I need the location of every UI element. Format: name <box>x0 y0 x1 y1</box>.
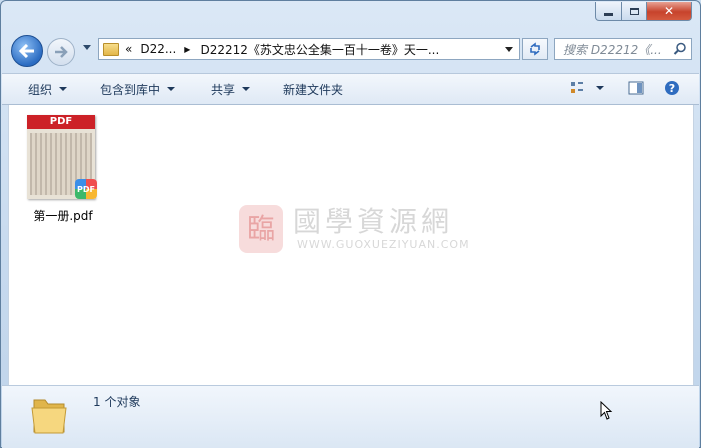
organize-label: 组织 <box>28 82 53 97</box>
breadcrumb-segment[interactable]: D22212《苏文忠公全集一百十一卷》天一... <box>200 41 439 58</box>
chevron-down-icon <box>59 87 68 91</box>
mouse-cursor-icon <box>600 401 613 420</box>
new-folder-button[interactable]: 新建文件夹 <box>283 74 343 104</box>
address-bar[interactable]: « D22... ▶ D22212《苏文忠公全集一百十一卷》天一... <box>98 38 520 60</box>
organize-menu[interactable]: 组织 <box>28 74 68 104</box>
command-bar: 组织 包含到库中 共享 新建文件夹 ? <box>2 73 699 105</box>
file-list[interactable]: PDF PDF 第一册.pdf 臨 國學資源網 WWW.GUOXUEZIYUAN… <box>8 105 694 385</box>
item-count: 1 个对象 <box>93 395 141 409</box>
close-button[interactable]: ✕ <box>647 2 692 21</box>
file-name[interactable]: 第一册.pdf <box>21 207 105 224</box>
search-input[interactable]: 搜索 D22212《... <box>554 38 692 60</box>
minimize-button[interactable] <box>595 2 622 21</box>
arrow-left-icon <box>19 44 34 58</box>
watermark-url: WWW.GUOXUEZIYUAN.COM <box>297 238 470 251</box>
watermark-seal: 臨 <box>239 205 283 253</box>
chevron-down-icon <box>242 87 251 91</box>
watermark-title: 國學資源網 <box>293 205 454 238</box>
breadcrumb-overflow[interactable]: « <box>125 42 132 56</box>
svg-text:?: ? <box>669 82 675 95</box>
caption-buttons: ✕ <box>595 2 692 21</box>
back-button[interactable] <box>11 35 43 67</box>
search-icon[interactable] <box>673 42 687 56</box>
arrow-right-icon <box>55 46 68 58</box>
refresh-button[interactable] <box>522 38 548 60</box>
pdf-app-icon: PDF <box>75 179 97 199</box>
maximize-button[interactable] <box>622 2 647 21</box>
folder-icon <box>103 42 119 56</box>
pdf-thumbnail-label: PDF <box>27 115 95 129</box>
chevron-down-icon <box>167 87 176 91</box>
breadcrumb-segment[interactable]: D22... <box>140 42 176 56</box>
recent-pages-dropdown[interactable] <box>83 45 91 50</box>
new-folder-label: 新建文件夹 <box>283 82 344 97</box>
share-label: 共享 <box>211 82 236 97</box>
help-icon[interactable]: ? <box>664 80 680 96</box>
folder-icon <box>31 399 67 434</box>
minimize-icon <box>604 12 613 16</box>
watermark: 臨 國學資源網 WWW.GUOXUEZIYUAN.COM <box>239 200 479 260</box>
chevron-right-icon[interactable]: ▶ <box>184 45 190 54</box>
explorer-window: ✕ « D22... ▶ D22212《苏文忠公全集一百十一卷》天一... 搜索… <box>0 0 701 448</box>
include-in-library-menu[interactable]: 包含到库中 <box>100 74 176 104</box>
forward-button[interactable] <box>47 38 75 66</box>
search-placeholder: 搜索 D22212《... <box>563 42 662 57</box>
view-dropdown[interactable] <box>596 86 604 90</box>
close-icon: ✕ <box>663 4 675 18</box>
view-options-icon[interactable] <box>570 81 584 95</box>
preview-pane-icon[interactable] <box>628 81 644 95</box>
include-in-library-label: 包含到库中 <box>100 82 161 97</box>
refresh-icon <box>530 42 540 56</box>
navigation-buttons <box>9 35 99 67</box>
share-menu[interactable]: 共享 <box>211 74 251 104</box>
address-dropdown[interactable] <box>505 47 513 52</box>
details-pane: 1 个对象 <box>2 385 699 448</box>
maximize-icon <box>629 7 639 15</box>
